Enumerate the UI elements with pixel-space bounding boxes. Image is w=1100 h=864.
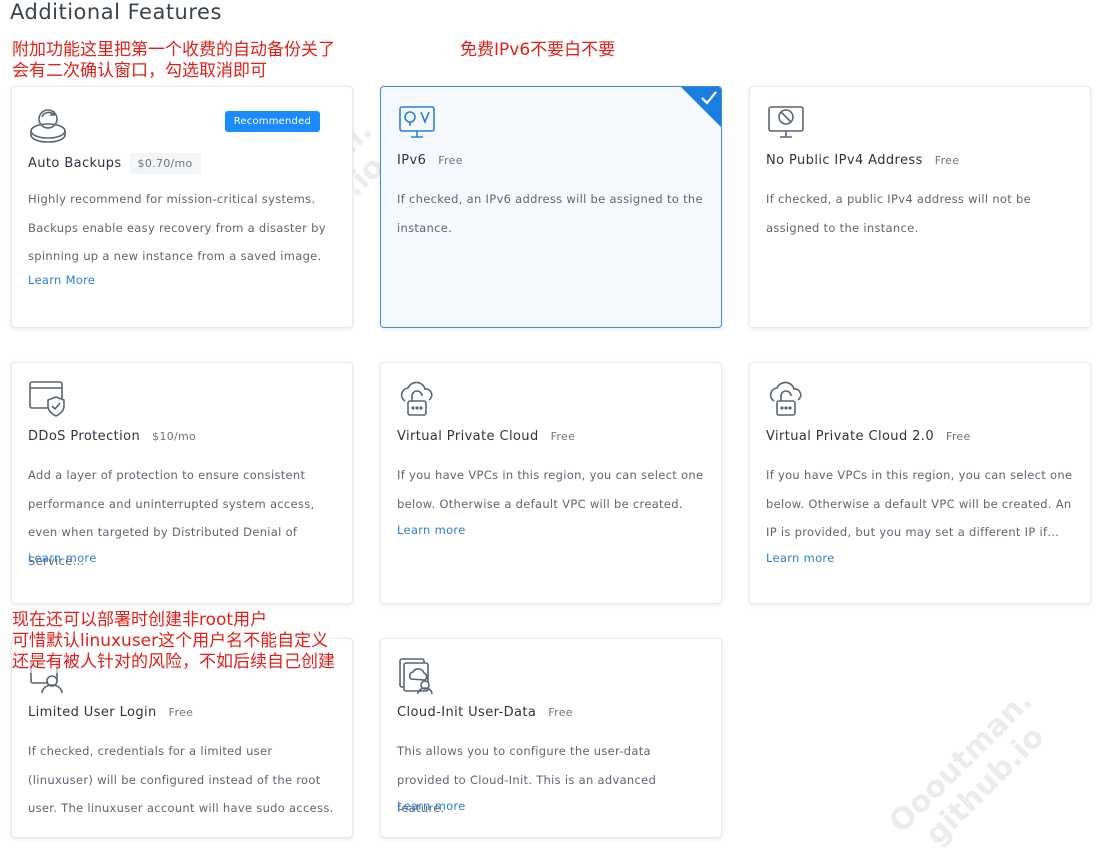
feature-card-vpc[interactable]: Virtual Private Cloud Free If you have V… — [380, 362, 722, 604]
feature-name: Virtual Private Cloud 2.0 — [766, 429, 935, 444]
feature-description: If you have VPCs in this region, you can… — [397, 468, 704, 511]
feature-description: If you have VPCs in this region, you can… — [766, 468, 1073, 539]
feature-price: Free — [946, 430, 971, 443]
feature-price: $0.70/mo — [129, 153, 201, 174]
feature-name: No Public IPv4 Address — [766, 153, 923, 168]
feature-name: IPv6 — [397, 153, 427, 168]
ipv6-icon — [397, 103, 437, 143]
annotation-bottom-left: 现在还可以部署时创建非root用户 可惜默认linuxuser这个用户名不能自定… — [12, 610, 335, 673]
learn-more-link[interactable]: Learn more — [766, 551, 835, 565]
feature-card-ddos-protection[interactable]: DDoS Protection $10/mo Add a layer of pr… — [11, 362, 353, 604]
feature-description: If checked, credentials for a limited us… — [28, 744, 334, 815]
vpc-cloud-lock-icon — [397, 379, 437, 419]
feature-price: Free — [168, 706, 194, 719]
feature-price: $10/mo — [152, 430, 197, 443]
no-public-ipv4-icon — [766, 103, 806, 143]
feature-description: If checked, a public IPv4 address will n… — [766, 192, 1031, 235]
learn-more-link[interactable]: Learn More — [28, 273, 95, 287]
feature-price: Free — [550, 430, 576, 443]
learn-more-link[interactable]: Learn more — [397, 799, 466, 813]
ddos-shield-icon — [28, 379, 68, 419]
feature-description: Highly recommend for mission-critical sy… — [28, 192, 326, 263]
feature-description: If checked, an IPv6 address will be assi… — [397, 192, 703, 235]
feature-card-cloud-init[interactable]: Cloud-Init User-Data Free This allows yo… — [380, 638, 722, 838]
feature-card-ipv6[interactable]: IPv6 Free If checked, an IPv6 address wi… — [380, 86, 722, 328]
vpc2-cloud-lock-icon — [766, 379, 806, 419]
annotation-top-center: 免费IPv6不要白不要 — [460, 40, 616, 60]
backup-icon — [28, 103, 68, 143]
cloud-init-icon — [397, 655, 437, 695]
feature-price: Free — [934, 154, 960, 167]
feature-name: Auto Backups — [28, 156, 122, 171]
learn-more-link[interactable]: Learn more — [28, 551, 97, 565]
feature-card-no-public-ipv4[interactable]: No Public IPv4 Address Free If checked, … — [749, 86, 1091, 328]
checkmark-icon — [701, 91, 717, 105]
feature-price: Free — [438, 154, 463, 167]
learn-more-link[interactable]: Learn more — [397, 523, 466, 537]
feature-card-auto-backups[interactable]: Recommended Auto Backups $0.70/mo Highly… — [11, 86, 353, 328]
feature-name: DDoS Protection — [28, 429, 141, 444]
feature-card-vpc-2[interactable]: Virtual Private Cloud 2.0 Free If you ha… — [749, 362, 1091, 604]
feature-name: Virtual Private Cloud — [397, 429, 539, 444]
feature-name: Limited User Login — [28, 705, 157, 720]
feature-name: Cloud-Init User-Data — [397, 705, 537, 720]
feature-price: Free — [548, 706, 573, 719]
recommended-badge: Recommended — [224, 111, 320, 132]
watermark: Oooutman.github.io — [882, 683, 1052, 852]
section-title: Additional Features — [10, 0, 222, 24]
annotation-top-left: 附加功能这里把第一个收费的自动备份关了 会有二次确认窗口，勾选取消即可 — [12, 40, 335, 81]
